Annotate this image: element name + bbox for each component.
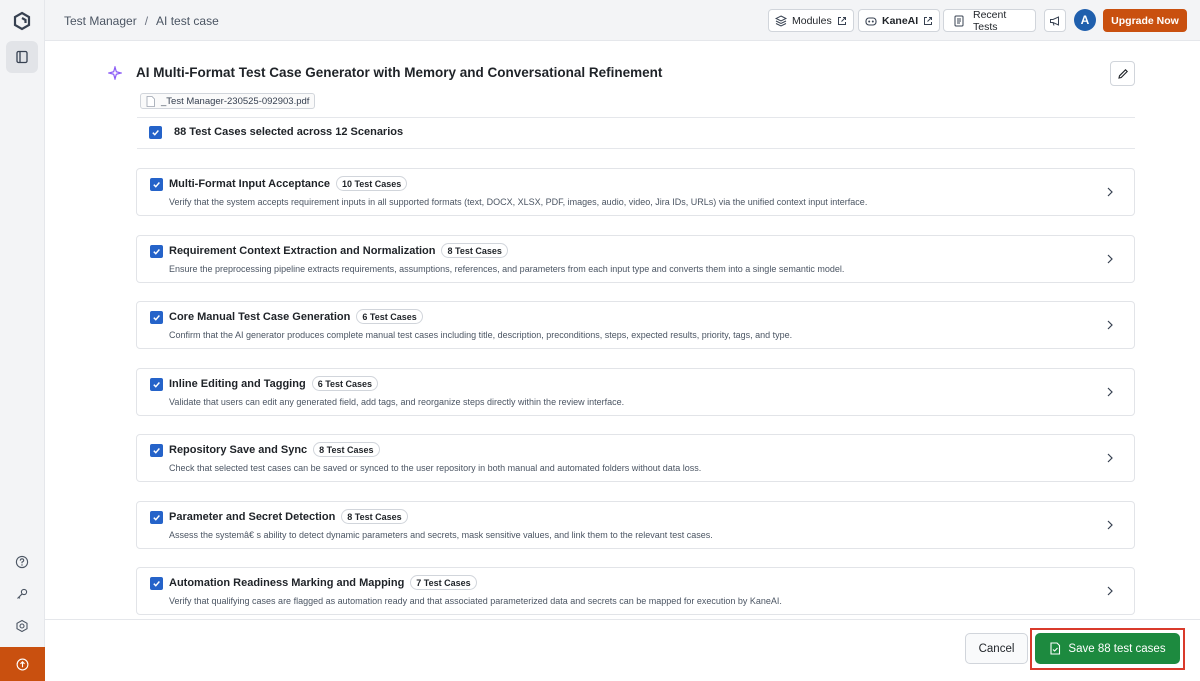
scenario-title: Multi-Format Input Acceptance (169, 177, 330, 190)
selection-summary: 88 Test Cases selected across 12 Scenari… (174, 126, 404, 138)
chevron-right-icon[interactable] (1104, 251, 1116, 267)
scenario-checkbox[interactable] (150, 311, 163, 324)
book-icon (16, 50, 28, 64)
app-logo-icon[interactable] (12, 11, 32, 31)
edit-title-button[interactable] (1110, 61, 1135, 86)
modules-button[interactable]: Modules (768, 9, 854, 32)
attached-file-chip[interactable]: _Test Manager-230525-092903.pdf (140, 93, 316, 109)
kaneai-button[interactable]: KaneAI (858, 9, 941, 32)
sidebar-item-test-manager[interactable] (6, 41, 38, 73)
check-icon (152, 130, 159, 136)
upgrade-now-button[interactable]: Upgrade Now (1103, 9, 1187, 32)
scenario-title: Parameter and Secret Detection (169, 510, 336, 523)
scenario-title: Core Manual Test Case Generation (169, 310, 351, 323)
chevron-right-icon[interactable] (1104, 517, 1116, 533)
scenario-card[interactable]: Inline Editing and Tagging 6 Test Cases V… (136, 368, 1135, 416)
scenario-title: Repository Save and Sync (169, 443, 308, 456)
key-icon[interactable] (13, 585, 31, 603)
ai-sparkle-icon (106, 64, 124, 82)
document-list-icon (954, 15, 964, 26)
megaphone-icon (1050, 15, 1059, 26)
chevron-right-icon[interactable] (1104, 317, 1116, 333)
attached-file-name: _Test Manager-230525-092903.pdf (161, 95, 310, 107)
scenario-checkbox[interactable] (150, 378, 163, 391)
scenario-card[interactable]: Repository Save and Sync 8 Test Cases Che… (136, 434, 1135, 482)
layers-icon (775, 14, 787, 27)
check-icon (153, 581, 160, 587)
cancel-button[interactable]: Cancel (965, 633, 1028, 664)
check-icon (153, 448, 160, 454)
check-icon (153, 515, 160, 521)
footer-actions: Cancel Save 88 test cases (45, 619, 1200, 681)
scenario-title: Automation Readiness Marking and Mapping (169, 576, 405, 589)
scenario-checkbox[interactable] (150, 245, 163, 258)
recent-tests-label: Recent Tests (973, 8, 1007, 33)
sidebar-upgrade-button[interactable] (0, 647, 45, 681)
scenario-description: Validate that users can edit any generat… (169, 397, 625, 407)
test-case-count-badge: 8 Test Cases (341, 509, 408, 524)
kaneai-label: KaneAI (882, 14, 919, 27)
check-icon (153, 315, 160, 321)
scenario-description: Assess the systemâ€ s ability to detect … (169, 530, 713, 540)
test-case-count-badge: 7 Test Cases (410, 575, 477, 590)
chevron-right-icon[interactable] (1104, 583, 1116, 599)
integrations-icon[interactable] (13, 617, 31, 635)
file-save-icon (1050, 642, 1061, 655)
test-case-count-badge: 6 Test Cases (311, 376, 379, 391)
pencil-icon (1117, 68, 1128, 79)
test-case-count-badge: 10 Test Cases (335, 176, 408, 191)
scenario-checkbox[interactable] (150, 577, 163, 590)
breadcrumb-root[interactable]: Test Manager (64, 14, 137, 28)
select-all-row: 88 Test Cases selected across 12 Scenari… (137, 117, 1135, 149)
scenario-card[interactable]: Automation Readiness Marking and Mapping… (136, 567, 1135, 615)
test-case-count-badge: 8 Test Cases (441, 243, 508, 258)
scenario-description: Check that selected test cases can be sa… (169, 463, 702, 473)
scenario-title: Requirement Context Extraction and Norma… (169, 244, 436, 257)
scenario-description: Verify that the system accepts requireme… (169, 197, 868, 207)
check-icon (153, 249, 160, 255)
chevron-right-icon[interactable] (1104, 450, 1116, 466)
scenario-title: Inline Editing and Tagging (169, 377, 306, 390)
main-content: AI Multi-Format Test Case Generator with… (45, 41, 1192, 619)
file-icon (146, 95, 155, 107)
external-link-icon (837, 16, 846, 25)
modules-label: Modules (792, 14, 832, 27)
page-title: AI Multi-Format Test Case Generator with… (136, 65, 663, 80)
breadcrumb-current: AI test case (156, 14, 219, 28)
scenario-description: Verify that qualifying cases are flagged… (169, 596, 782, 606)
chevron-right-icon[interactable] (1104, 184, 1116, 200)
chevron-right-icon[interactable] (1104, 384, 1116, 400)
select-all-checkbox[interactable] (149, 126, 162, 139)
scenario-description: Confirm that the AI generator produces c… (169, 330, 793, 340)
scenario-description: Ensure the preprocessing pipeline extrac… (169, 264, 845, 274)
save-test-cases-button[interactable]: Save 88 test cases (1035, 633, 1180, 664)
scenario-checkbox[interactable] (150, 511, 163, 524)
test-case-count-badge: 8 Test Cases (313, 442, 380, 457)
external-link-icon (924, 16, 933, 25)
scenario-card[interactable]: Parameter and Secret Detection 8 Test Cas… (136, 501, 1135, 549)
sidebar (0, 0, 45, 681)
scenario-card[interactable]: Multi-Format Input Acceptance 10 Test Cas… (136, 168, 1135, 216)
user-avatar[interactable]: A (1074, 9, 1096, 31)
arrow-up-circle-icon (16, 658, 29, 670)
scrollbar-track[interactable] (1192, 41, 1200, 619)
top-header: Test Manager / AI test case Modules Kane… (45, 0, 1200, 41)
check-icon (153, 182, 160, 188)
scenario-card[interactable]: Core Manual Test Case Generation 6 Test C… (136, 301, 1135, 349)
scenario-card[interactable]: Requirement Context Extraction and Norma… (136, 235, 1135, 283)
check-icon (153, 382, 160, 388)
scenario-checkbox[interactable] (150, 178, 163, 191)
breadcrumb: Test Manager / AI test case (64, 14, 219, 28)
announcements-button[interactable] (1044, 9, 1066, 32)
kaneai-icon (865, 16, 877, 26)
save-button-label: Save 88 test cases (1068, 642, 1166, 655)
test-case-count-badge: 6 Test Cases (356, 309, 423, 324)
breadcrumb-separator: / (144, 14, 149, 28)
recent-tests-button[interactable]: Recent Tests (943, 8, 1036, 33)
help-icon[interactable] (13, 553, 31, 571)
scenario-checkbox[interactable] (150, 444, 163, 457)
